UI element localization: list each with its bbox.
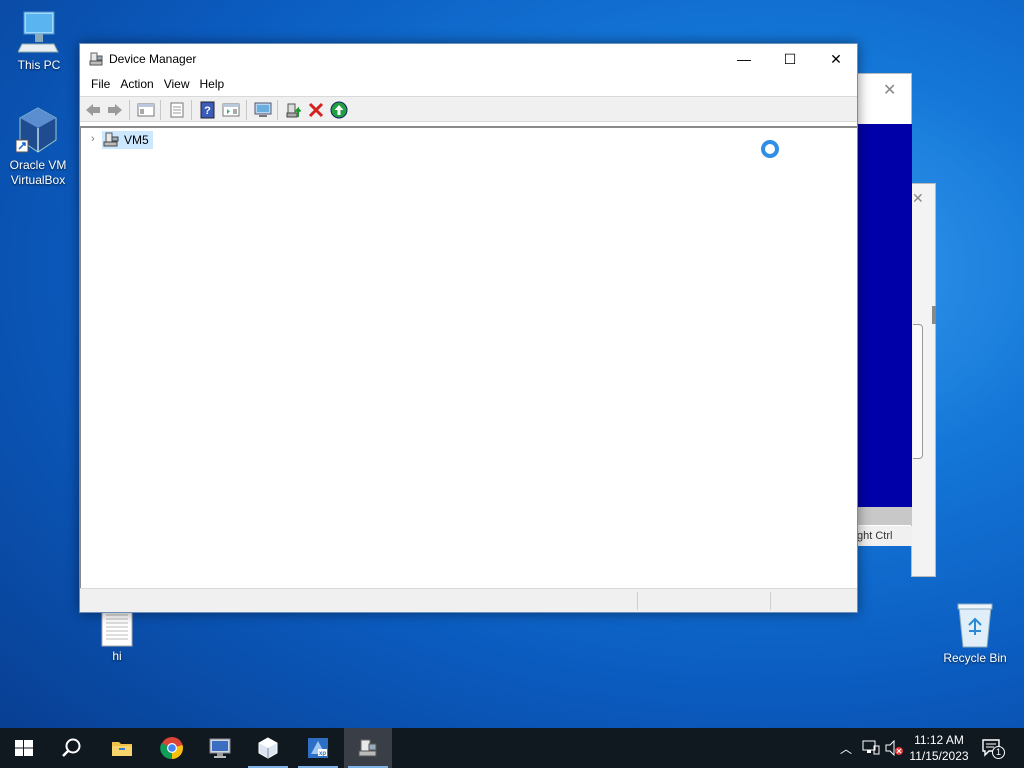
show-hidden-icons-chevron-icon[interactable]: ︿ bbox=[840, 740, 852, 757]
toolbar-separator bbox=[160, 100, 161, 120]
desktop-icon-label: hi bbox=[112, 649, 122, 663]
taskbar-device-manager[interactable] bbox=[344, 728, 392, 768]
start-button[interactable] bbox=[0, 728, 48, 768]
clock-date: 11/15/2023 bbox=[909, 749, 969, 763]
status-separator bbox=[770, 592, 771, 610]
update-driver-icon[interactable] bbox=[285, 101, 303, 119]
busy-cursor-icon bbox=[761, 140, 779, 158]
taskbar-virtualbox-vm[interactable]: xp bbox=[294, 728, 342, 768]
start-icon bbox=[15, 740, 33, 756]
remote-desktop-icon bbox=[209, 738, 231, 758]
recycle-bin-icon bbox=[955, 601, 995, 649]
computer-icon bbox=[103, 132, 119, 147]
title-bar[interactable]: Device Manager — ☐ ✕ bbox=[80, 44, 857, 74]
toolbar-separator bbox=[191, 100, 192, 120]
maximize-button[interactable]: ☐ bbox=[767, 44, 813, 74]
taskbar-virtualbox[interactable] bbox=[244, 728, 292, 768]
toolbar-separator bbox=[277, 100, 278, 120]
menu-file[interactable]: File bbox=[86, 74, 115, 94]
desktop-icon-label: Recycle Bin bbox=[943, 651, 1007, 665]
scan-hardware-icon[interactable] bbox=[254, 101, 272, 119]
scrollbar-thumb[interactable] bbox=[932, 306, 936, 324]
device-manager-window[interactable]: Device Manager — ☐ ✕ File Action View Help … bbox=[79, 43, 858, 613]
search-button[interactable] bbox=[48, 728, 96, 768]
menu-view[interactable]: View bbox=[159, 74, 195, 94]
host-key-label: ght Ctrl bbox=[857, 526, 912, 546]
taskbar-chrome[interactable] bbox=[148, 728, 196, 768]
toolbar: ? bbox=[80, 96, 857, 122]
show-hide-console-tree-icon[interactable] bbox=[137, 101, 155, 119]
text-file-icon bbox=[101, 609, 133, 647]
properties-icon[interactable] bbox=[168, 101, 186, 119]
close-button[interactable]: ✕ bbox=[813, 44, 859, 74]
forward-icon[interactable] bbox=[106, 101, 124, 119]
notification-count-badge: 1 bbox=[992, 746, 1005, 759]
close-icon[interactable]: ✕ bbox=[912, 190, 924, 207]
svg-text:?: ? bbox=[204, 105, 211, 117]
status-bar bbox=[80, 588, 857, 612]
window-title: Device Manager bbox=[109, 52, 197, 66]
taskbar-remote-desktop[interactable] bbox=[196, 728, 244, 768]
help-icon[interactable]: ? bbox=[199, 101, 217, 119]
uninstall-device-icon[interactable] bbox=[307, 101, 325, 119]
panel-frame bbox=[913, 324, 923, 459]
device-manager-icon bbox=[358, 739, 377, 757]
toolbar-separator bbox=[246, 100, 247, 120]
taskbar: xp ︿ 11:12 AM 11/15/2023 1 bbox=[0, 728, 1024, 768]
minimize-button[interactable]: — bbox=[721, 44, 767, 74]
action-center-button[interactable]: 1 bbox=[980, 736, 1008, 760]
taskbar-file-explorer[interactable] bbox=[98, 728, 146, 768]
status-separator bbox=[637, 592, 638, 610]
close-icon[interactable]: ✕ bbox=[883, 80, 896, 100]
desktop-icon-hi[interactable]: hi bbox=[77, 609, 157, 663]
clock-time: 11:12 AM bbox=[914, 733, 964, 747]
vm-screen[interactable] bbox=[857, 124, 912, 507]
desktop-icon-this-pc[interactable]: This PC bbox=[0, 10, 79, 72]
virtualbox-icon bbox=[258, 737, 278, 759]
device-tree-pane[interactable]: › VM5 bbox=[80, 126, 857, 588]
computer-icon bbox=[17, 10, 60, 56]
expand-chevron-icon[interactable]: › bbox=[91, 133, 95, 145]
menu-action[interactable]: Action bbox=[115, 74, 158, 94]
menu-help[interactable]: Help bbox=[195, 74, 230, 94]
background-window-2[interactable]: ✕ bbox=[911, 183, 936, 577]
chrome-icon bbox=[160, 737, 183, 760]
system-clock[interactable]: 11:12 AM 11/15/2023 bbox=[900, 732, 978, 764]
vm-scrollbar[interactable] bbox=[857, 507, 912, 525]
menu-bar: File Action View Help bbox=[80, 74, 857, 96]
desktop-icon-virtualbox[interactable]: Oracle VM VirtualBox bbox=[0, 106, 78, 188]
device-manager-app-icon bbox=[89, 52, 103, 66]
virtualbox-vm-icon: xp bbox=[308, 738, 328, 758]
show-hide-action-pane-icon[interactable] bbox=[222, 101, 240, 119]
desktop-icon-label: Oracle VM VirtualBox bbox=[9, 158, 67, 187]
background-window-vm[interactable]: ✕ ght Ctrl bbox=[856, 73, 912, 546]
back-icon[interactable] bbox=[84, 101, 102, 119]
desktop-icon-recycle-bin[interactable]: Recycle Bin bbox=[935, 601, 1015, 665]
desktop-icon-label: This PC bbox=[17, 58, 61, 72]
virtualbox-icon bbox=[15, 106, 60, 156]
enable-device-icon[interactable] bbox=[330, 101, 348, 119]
network-icon[interactable] bbox=[862, 740, 880, 756]
file-explorer-icon bbox=[112, 742, 132, 756]
toolbar-separator bbox=[129, 100, 130, 120]
svg-text:xp: xp bbox=[319, 751, 326, 757]
search-icon bbox=[62, 738, 81, 757]
